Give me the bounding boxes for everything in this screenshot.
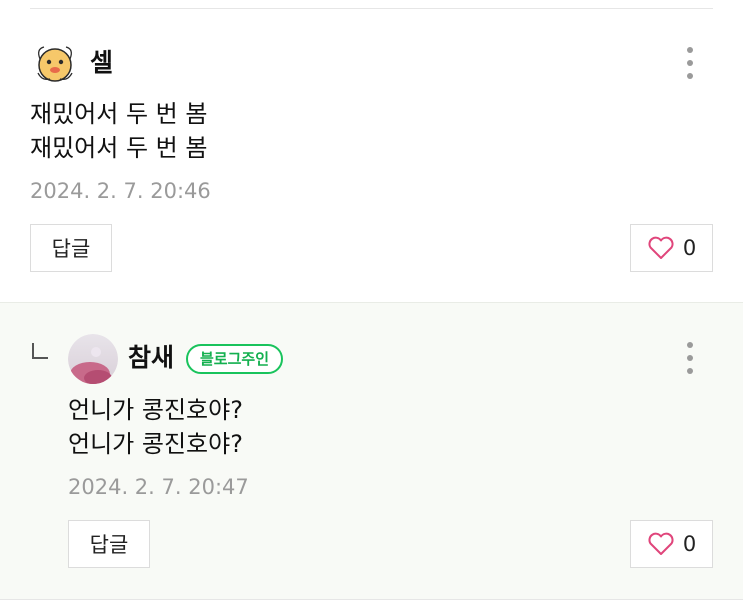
like-button[interactable]: 0 [630,520,713,568]
dot-icon [687,342,693,348]
reply-comment-item: 참새 블로그주인 언니가 콩진호야? 언니가 콩진호야? 2024. 2. 7.… [0,302,743,599]
blog-owner-badge: 블로그주인 [186,344,284,374]
reply-button[interactable]: 답글 [30,224,112,272]
heart-icon [648,236,674,259]
avatar[interactable] [30,39,80,89]
dot-icon [687,60,693,66]
dot-icon [687,73,693,79]
like-count: 0 [682,236,697,260]
dot-icon [687,355,693,361]
more-options-button[interactable] [678,43,702,83]
comment-text-line: 언니가 콩진호야? [68,396,243,424]
comment-timestamp: 2024. 2. 7. 20:47 [68,475,249,499]
bottom-divider [0,599,743,600]
author-name[interactable]: 참새 [128,343,174,373]
like-button[interactable]: 0 [630,224,713,272]
reply-button-label: 답글 [89,533,129,557]
dot-icon [687,47,693,53]
reply-indicator-icon [32,343,48,359]
avatar[interactable] [68,334,118,384]
author-name[interactable]: 셀 [90,48,113,78]
reply-button[interactable]: 답글 [68,520,150,568]
comment-item: 셀 재밌어서 두 번 봄 재밌어서 두 번 봄 2024. 2. 7. 20:4… [0,9,743,302]
dot-icon [687,368,693,374]
heart-icon [648,532,674,555]
comment-text-line: 재밌어서 두 번 봄 [30,100,208,128]
character-face-icon [30,39,80,89]
comment-text-line: 언니가 콩진호야? [68,430,243,458]
more-options-button[interactable] [678,338,702,378]
profile-photo [68,334,118,384]
comment-timestamp: 2024. 2. 7. 20:46 [30,179,211,203]
comment-text-line: 재밌어서 두 번 봄 [30,134,208,162]
like-count: 0 [682,532,697,556]
reply-button-label: 답글 [51,237,91,261]
